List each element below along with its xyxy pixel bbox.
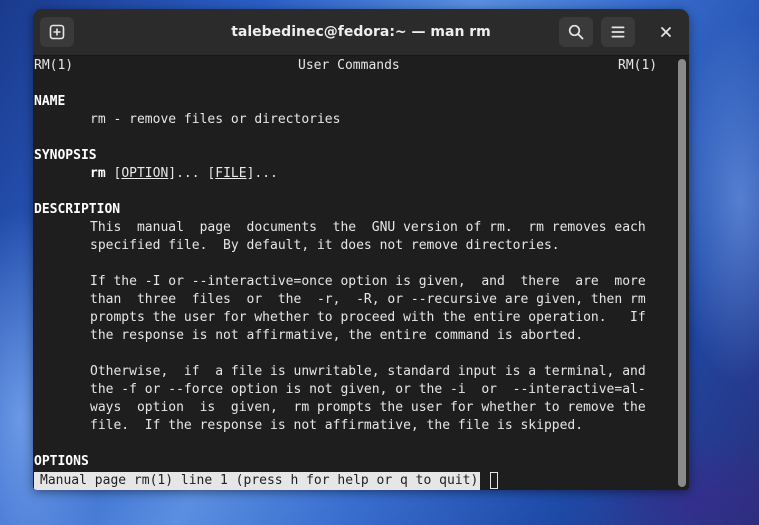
name-text: rm - remove files or directories — [90, 112, 341, 127]
synopsis-heading: SYNOPSIS — [34, 148, 97, 163]
terminal-content[interactable]: RM(1) User Commands RM(1) NAME rm - remo… — [33, 56, 675, 490]
description-line: file. If the response is not affirmative… — [90, 418, 584, 433]
name-heading: NAME — [34, 94, 66, 109]
description-line: Otherwise, if a file is unwritable, stan… — [90, 364, 646, 379]
description-line: prompts the user for whether to proceed … — [90, 310, 646, 325]
close-icon — [661, 27, 671, 37]
search-icon — [568, 24, 584, 40]
man-header-left: RM(1) — [34, 58, 74, 73]
description-heading: DESCRIPTION — [34, 202, 121, 217]
synopsis-line: rm [OPTION]... [FILE]... — [90, 166, 278, 181]
description-line: the -f or --force option is not given, o… — [90, 382, 646, 397]
options-heading: OPTIONS — [34, 454, 89, 469]
scrollbar-thumb[interactable] — [678, 59, 686, 487]
man-header-center: User Commands — [298, 58, 400, 73]
description-line: than three files or the -r, -R, or --rec… — [90, 292, 646, 307]
man-header-right: RM(1) — [618, 58, 658, 73]
description-line: If the -I or --interactive=once option i… — [90, 274, 646, 289]
pager-status-bar: Manual page rm(1) line 1 (press h for he… — [34, 472, 481, 490]
new-tab-button[interactable] — [40, 17, 74, 47]
description-line: the response is not affirmative, the ent… — [90, 328, 584, 343]
description-line: This manual page documents the GNU versi… — [90, 220, 646, 235]
synopsis-file: FILE — [215, 166, 247, 181]
hamburger-menu-icon — [611, 26, 625, 38]
description-line: ways option is given, rm prompts the use… — [90, 400, 646, 415]
main-menu-button[interactable] — [601, 17, 635, 47]
new-tab-icon — [49, 24, 65, 40]
description-line: specified file. By default, it does not … — [90, 238, 560, 253]
header-bar: talebedinec@fedora:~ — man rm — [33, 9, 689, 56]
terminal-cursor — [490, 472, 498, 489]
close-button[interactable] — [649, 17, 683, 47]
synopsis-option: OPTION — [121, 166, 169, 181]
synopsis-command: rm — [90, 166, 106, 181]
terminal-window: talebedinec@fedora:~ — man rm RM(1) User — [33, 9, 689, 490]
search-button[interactable] — [559, 17, 593, 47]
